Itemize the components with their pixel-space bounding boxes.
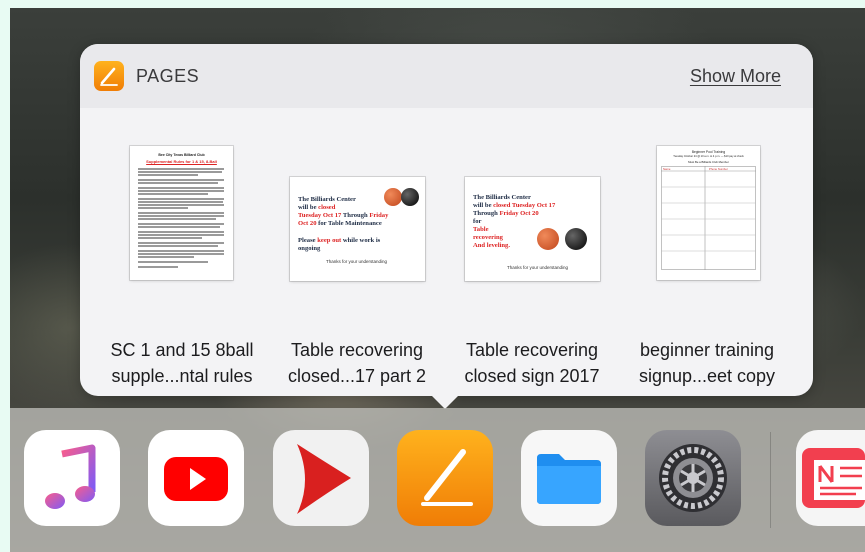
document-thumbnail[interactable]: The Billiards Center will be closed Tues… [290, 177, 425, 281]
document-thumbnail[interactable]: The Billiards Center will be closed Tues… [465, 177, 600, 281]
document-title: beginner training signup...eet copy [638, 340, 776, 386]
pages-app-icon[interactable] [397, 430, 493, 526]
popover-arrow [428, 392, 462, 409]
billiard-ball-13 [537, 228, 559, 250]
infuse-app-icon[interactable] [273, 430, 369, 526]
music-app-icon[interactable] [24, 430, 120, 526]
signup-table [661, 166, 756, 270]
billiard-ball-13 [384, 188, 402, 206]
files-app-icon[interactable] [521, 430, 617, 526]
document-title: Table recovering closed sign 2017 [464, 340, 600, 386]
recent-document[interactable]: Beginner Pool Training Tuesday October 2… [622, 108, 792, 396]
settings-app-icon[interactable] [645, 430, 741, 526]
document-thumbnail[interactable]: Bee City Texas Billiard Club Supplementa… [130, 146, 233, 280]
dock-divider [770, 432, 771, 528]
billiard-ball-8 [565, 228, 587, 250]
pages-icon [94, 61, 124, 91]
document-title: SC 1 and 15 8ball supple...ntal rules [110, 340, 254, 386]
widget-app-name: PAGES [136, 66, 200, 86]
billiard-ball-8 [401, 188, 419, 206]
thumb-heading: Supplemental Rules for 1 & 15, 8-Ball [146, 159, 217, 164]
pages-widget: PAGES Show More Bee City Texas Billiard … [80, 44, 813, 396]
youtube-app-icon[interactable] [148, 430, 244, 526]
document-title: Table recovering closed...17 part 2 [287, 340, 427, 386]
widget-header: PAGES Show More [80, 44, 813, 108]
recent-document[interactable]: The Billiards Center will be closed Tues… [272, 108, 442, 396]
thumb-org: Bee City Texas Billiard Club [158, 153, 205, 157]
recent-document[interactable]: Bee City Texas Billiard Club Supplementa… [97, 108, 267, 396]
document-thumbnail[interactable]: Beginner Pool Training Tuesday October 2… [657, 146, 760, 280]
news-app-icon[interactable] [796, 430, 865, 526]
show-more-button[interactable]: Show More [690, 66, 781, 87]
recent-document[interactable]: The Billiards Center will be closed Tues… [447, 108, 617, 396]
